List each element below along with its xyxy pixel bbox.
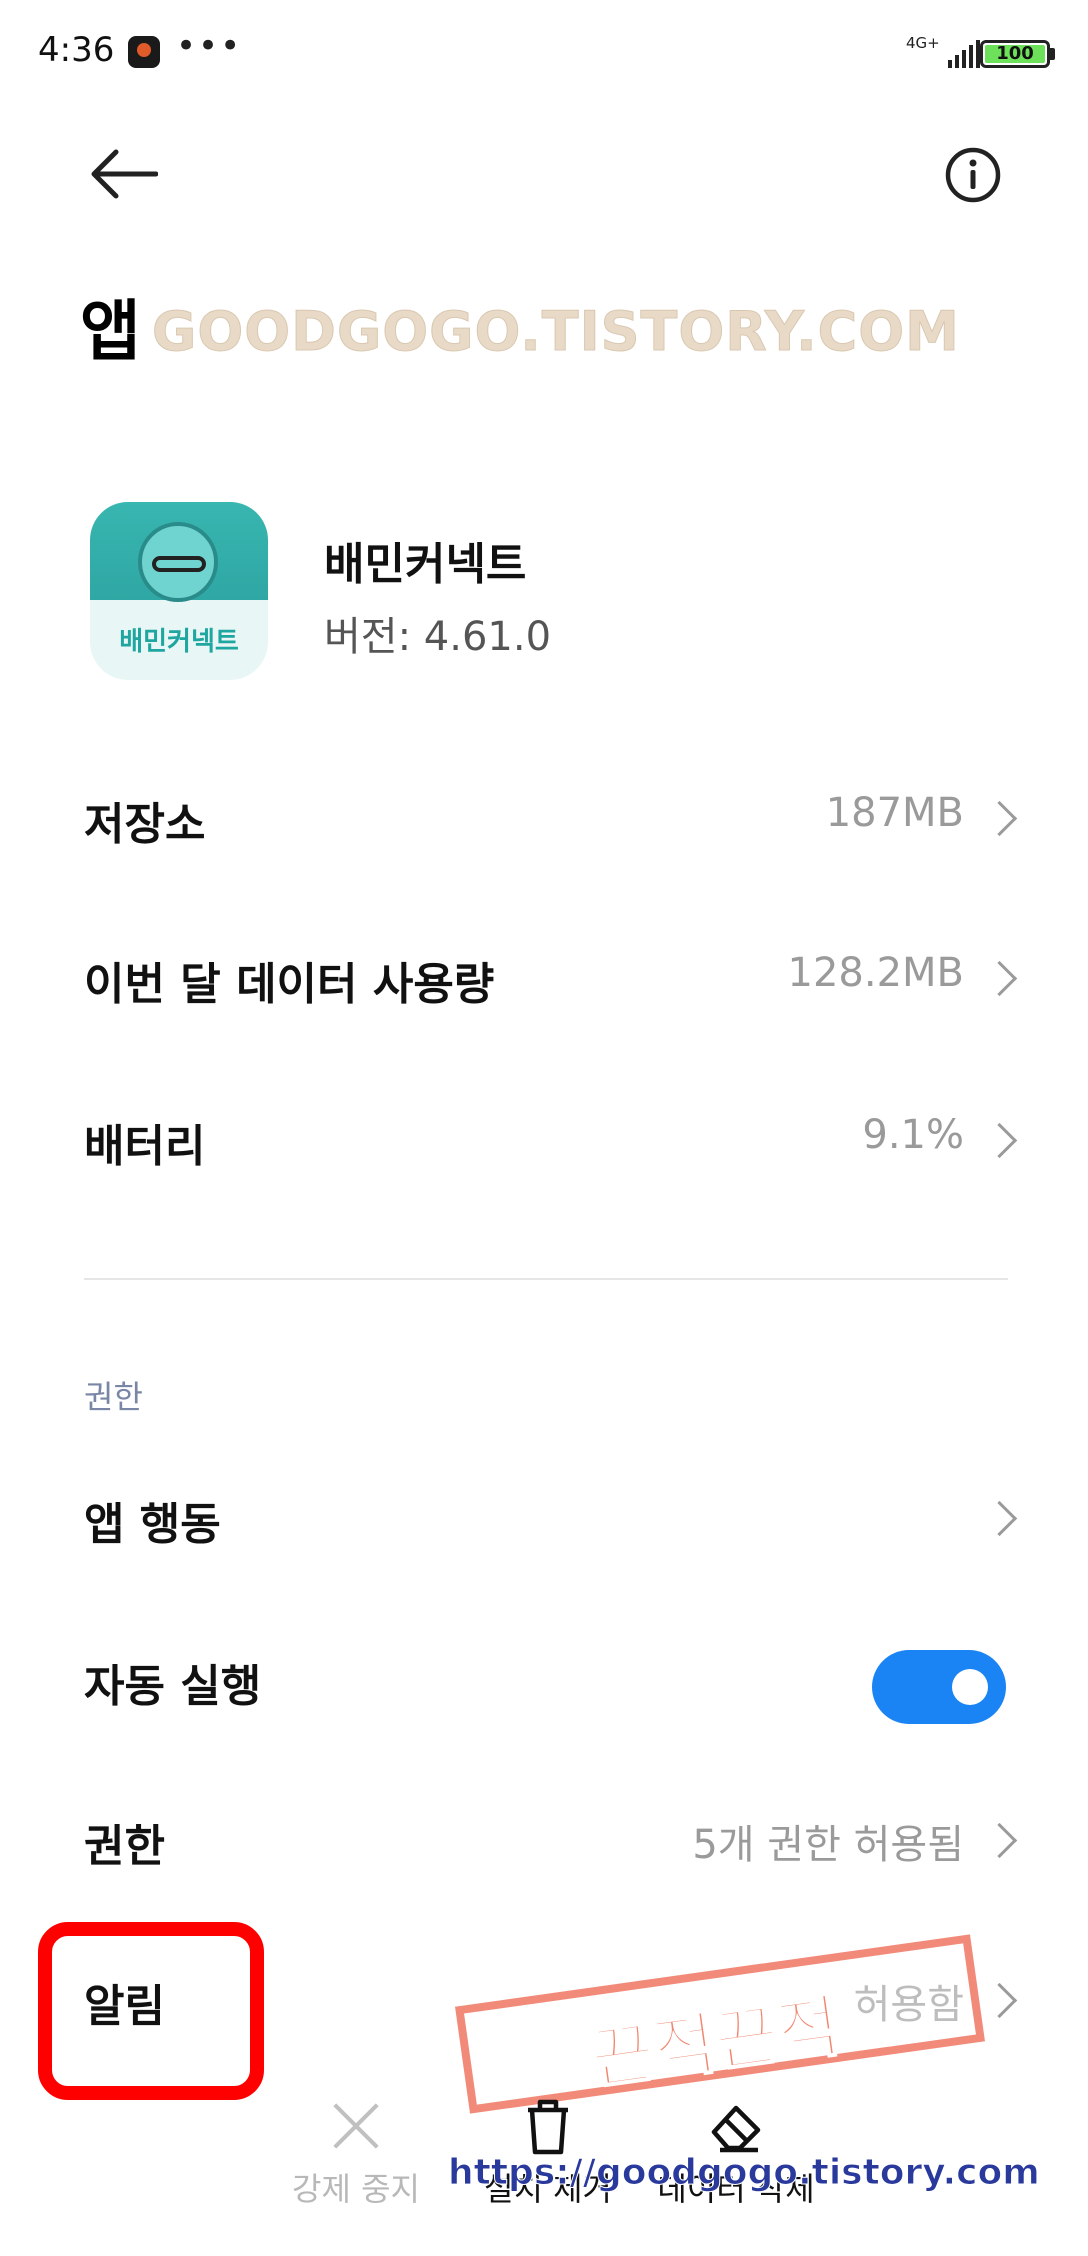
- force-stop-button[interactable]: 강제 중지: [256, 2096, 456, 2210]
- chevron-right-icon: [981, 1982, 1018, 2019]
- battery-level: 100: [985, 45, 1045, 63]
- trash-icon: [528, 2099, 568, 2155]
- app-behavior-label: 앱 행동: [84, 1499, 221, 1550]
- battery-cap: [1050, 48, 1055, 60]
- chevron-right-icon: [981, 960, 1018, 997]
- data-usage-row[interactable]: 이번 달 데이터 사용량 128.2MB: [0, 918, 1088, 1038]
- chevron-right-icon: [981, 1122, 1018, 1159]
- data-usage-value: 128.2MB: [787, 950, 964, 996]
- autostart-label: 자동 실행: [84, 1661, 262, 1712]
- page-title: 앱: [80, 293, 141, 370]
- battery-icon: 100: [980, 40, 1050, 68]
- force-stop-label: 강제 중지: [292, 2170, 420, 2208]
- chevron-right-icon: [981, 800, 1018, 837]
- watermark-text: GOODGOGO.TISTORY.COM: [152, 300, 960, 364]
- storage-label: 저장소: [84, 799, 206, 850]
- app-version: 버전: 4.61.0: [324, 614, 552, 660]
- autostart-toggle[interactable]: [872, 1650, 1006, 1724]
- battery-value: 9.1%: [862, 1112, 964, 1158]
- app-name: 배민커넥트: [324, 539, 527, 590]
- storage-row[interactable]: 저장소 187MB: [0, 758, 1088, 878]
- close-icon: [326, 2096, 386, 2156]
- stamp-text: 끈적끈적: [585, 1986, 846, 2101]
- section-divider: [84, 1278, 1008, 1280]
- app-icon-glasses: [152, 556, 206, 572]
- app-icon: 배민커넥트: [90, 502, 268, 680]
- toggle-knob: [952, 1669, 988, 1705]
- permissions-row[interactable]: 권한 5개 권한 허용됨: [0, 1780, 1088, 1900]
- storage-value: 187MB: [825, 790, 964, 836]
- arrow-left-icon[interactable]: [88, 148, 158, 200]
- network-type: 4G+: [906, 34, 940, 52]
- notification-app-icon: [128, 36, 160, 68]
- battery-row[interactable]: 배터리 9.1%: [0, 1080, 1088, 1200]
- more-notifications-icon: •••: [176, 26, 243, 66]
- app-icon-label: 배민커넥트: [119, 627, 239, 657]
- data-usage-label: 이번 달 데이터 사용량: [84, 959, 495, 1010]
- battery-label: 배터리: [84, 1121, 206, 1172]
- app-behavior-row[interactable]: 앱 행동: [0, 1458, 1088, 1578]
- permissions-section-header: 권한: [84, 1378, 143, 1416]
- eraser-icon: [711, 2105, 761, 2153]
- highlight-box: [38, 1922, 264, 2100]
- permissions-label: 권한: [84, 1821, 165, 1872]
- watermark-link: https://goodgogo.tistory.com: [448, 2152, 1041, 2194]
- autostart-row: 자동 실행: [0, 1620, 1088, 1740]
- chevron-right-icon: [981, 1500, 1018, 1537]
- chevron-right-icon: [981, 1822, 1018, 1859]
- info-circle-icon[interactable]: [944, 146, 1002, 204]
- status-time: 4:36: [38, 30, 115, 70]
- permissions-value: 5개 권한 허용됨: [692, 1822, 964, 1868]
